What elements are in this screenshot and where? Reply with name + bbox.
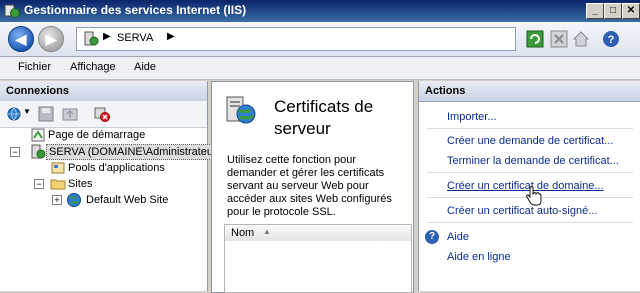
tree-item-app-pools[interactable]: Pools d'applications: [68, 162, 165, 174]
divider: [427, 172, 633, 173]
globe-icon: [67, 193, 81, 207]
menu-bar: Fichier Affichage Aide: [0, 57, 640, 80]
actions-header-label: Actions: [425, 85, 466, 97]
sites-folder-icon: [50, 179, 66, 190]
server-certificates-icon: [226, 96, 256, 124]
page-title-line2: serveur: [274, 119, 331, 138]
collapse-server-icon[interactable]: −: [10, 147, 20, 157]
dropdown-arrow-icon[interactable]: ▼: [23, 107, 31, 116]
collapse-sites-icon[interactable]: −: [34, 179, 44, 189]
breadcrumb-separator-icon: ▶: [103, 31, 111, 42]
help-icon[interactable]: ?: [425, 230, 439, 244]
app-pools-icon: [51, 162, 65, 174]
connections-header: Connexions: [0, 81, 207, 102]
tree-item-sites[interactable]: Sites: [68, 178, 92, 190]
server-icon: [31, 144, 46, 159]
hand-cursor-icon: [526, 186, 542, 206]
help-icon[interactable]: ?: [602, 30, 620, 48]
divider: [427, 128, 633, 129]
svg-text:?: ?: [608, 34, 615, 46]
menu-aide[interactable]: Aide: [134, 61, 156, 73]
tree-item-default-web-site[interactable]: Default Web Site: [86, 194, 168, 206]
connections-toolbar: ▼: [0, 101, 207, 128]
tree-item-start-page[interactable]: Page de démarrage: [48, 129, 145, 141]
sort-arrow-icon: ▲: [263, 227, 271, 236]
tree-item-server[interactable]: SERVA (DOMAINE\Administrateu: [46, 144, 212, 160]
window-title: Gestionnaire des services Internet (IIS): [24, 3, 247, 17]
action-create-self-signed[interactable]: Créer un certificat auto-signé...: [447, 205, 597, 217]
action-importer[interactable]: Importer...: [447, 111, 497, 123]
certificates-grid[interactable]: [224, 241, 412, 293]
page-title: Certificats de serveur: [274, 96, 373, 140]
column-header-nom[interactable]: Nom: [231, 227, 254, 239]
page-title-line1: Certificats de: [274, 97, 374, 116]
divider: [427, 222, 633, 223]
action-help[interactable]: Aide: [447, 231, 469, 243]
home-icon[interactable]: [572, 30, 590, 48]
actions-header: Actions: [419, 81, 640, 102]
action-create-request[interactable]: Créer une demande de certificat...: [447, 135, 613, 147]
minimize-button[interactable]: _: [586, 3, 604, 19]
breadcrumb-separator-icon[interactable]: ▶: [167, 31, 175, 42]
page-description: Utilisez cette fonction pour demander et…: [227, 154, 392, 218]
address-bar[interactable]: ▶ SERVA ▶: [76, 27, 516, 51]
title-bar: Gestionnaire des services Internet (IIS)…: [0, 0, 640, 22]
navigation-bar: ◀ ▶ ▶ SERVA ▶ ?: [0, 22, 640, 57]
expand-default-site-icon[interactable]: +: [52, 195, 62, 205]
back-arrow-icon: ◀: [15, 31, 27, 47]
delete-connection-icon[interactable]: [94, 106, 110, 122]
menu-fichier[interactable]: Fichier: [18, 61, 51, 73]
maximize-button[interactable]: □: [604, 3, 622, 19]
up-level-icon[interactable]: [62, 106, 78, 122]
action-online-help[interactable]: Aide en ligne: [447, 251, 511, 263]
connections-header-label: Connexions: [6, 85, 69, 97]
forward-button[interactable]: ▶: [38, 26, 64, 52]
refresh-icon[interactable]: [526, 30, 544, 48]
close-button[interactable]: ✕: [622, 3, 640, 19]
save-icon[interactable]: [38, 106, 54, 122]
back-button[interactable]: ◀: [8, 26, 34, 52]
forward-arrow-icon: ▶: [45, 31, 57, 47]
server-icon: [84, 31, 99, 46]
connect-globe-icon[interactable]: [6, 106, 22, 122]
feature-pane: Certificats de serveur Utilisez cette fo…: [211, 81, 414, 293]
action-complete-request[interactable]: Terminer la demande de certificat...: [447, 155, 619, 167]
menu-affichage[interactable]: Affichage: [70, 61, 116, 73]
certificates-grid-header[interactable]: Nom ▲: [224, 224, 412, 242]
stop-icon[interactable]: [550, 30, 568, 48]
connections-pane: Connexions ▼ Page de démarrage − SERVA (…: [0, 81, 212, 291]
start-page-icon: [31, 128, 45, 142]
iis-app-icon: [4, 4, 20, 18]
breadcrumb-serva[interactable]: SERVA: [117, 32, 153, 44]
